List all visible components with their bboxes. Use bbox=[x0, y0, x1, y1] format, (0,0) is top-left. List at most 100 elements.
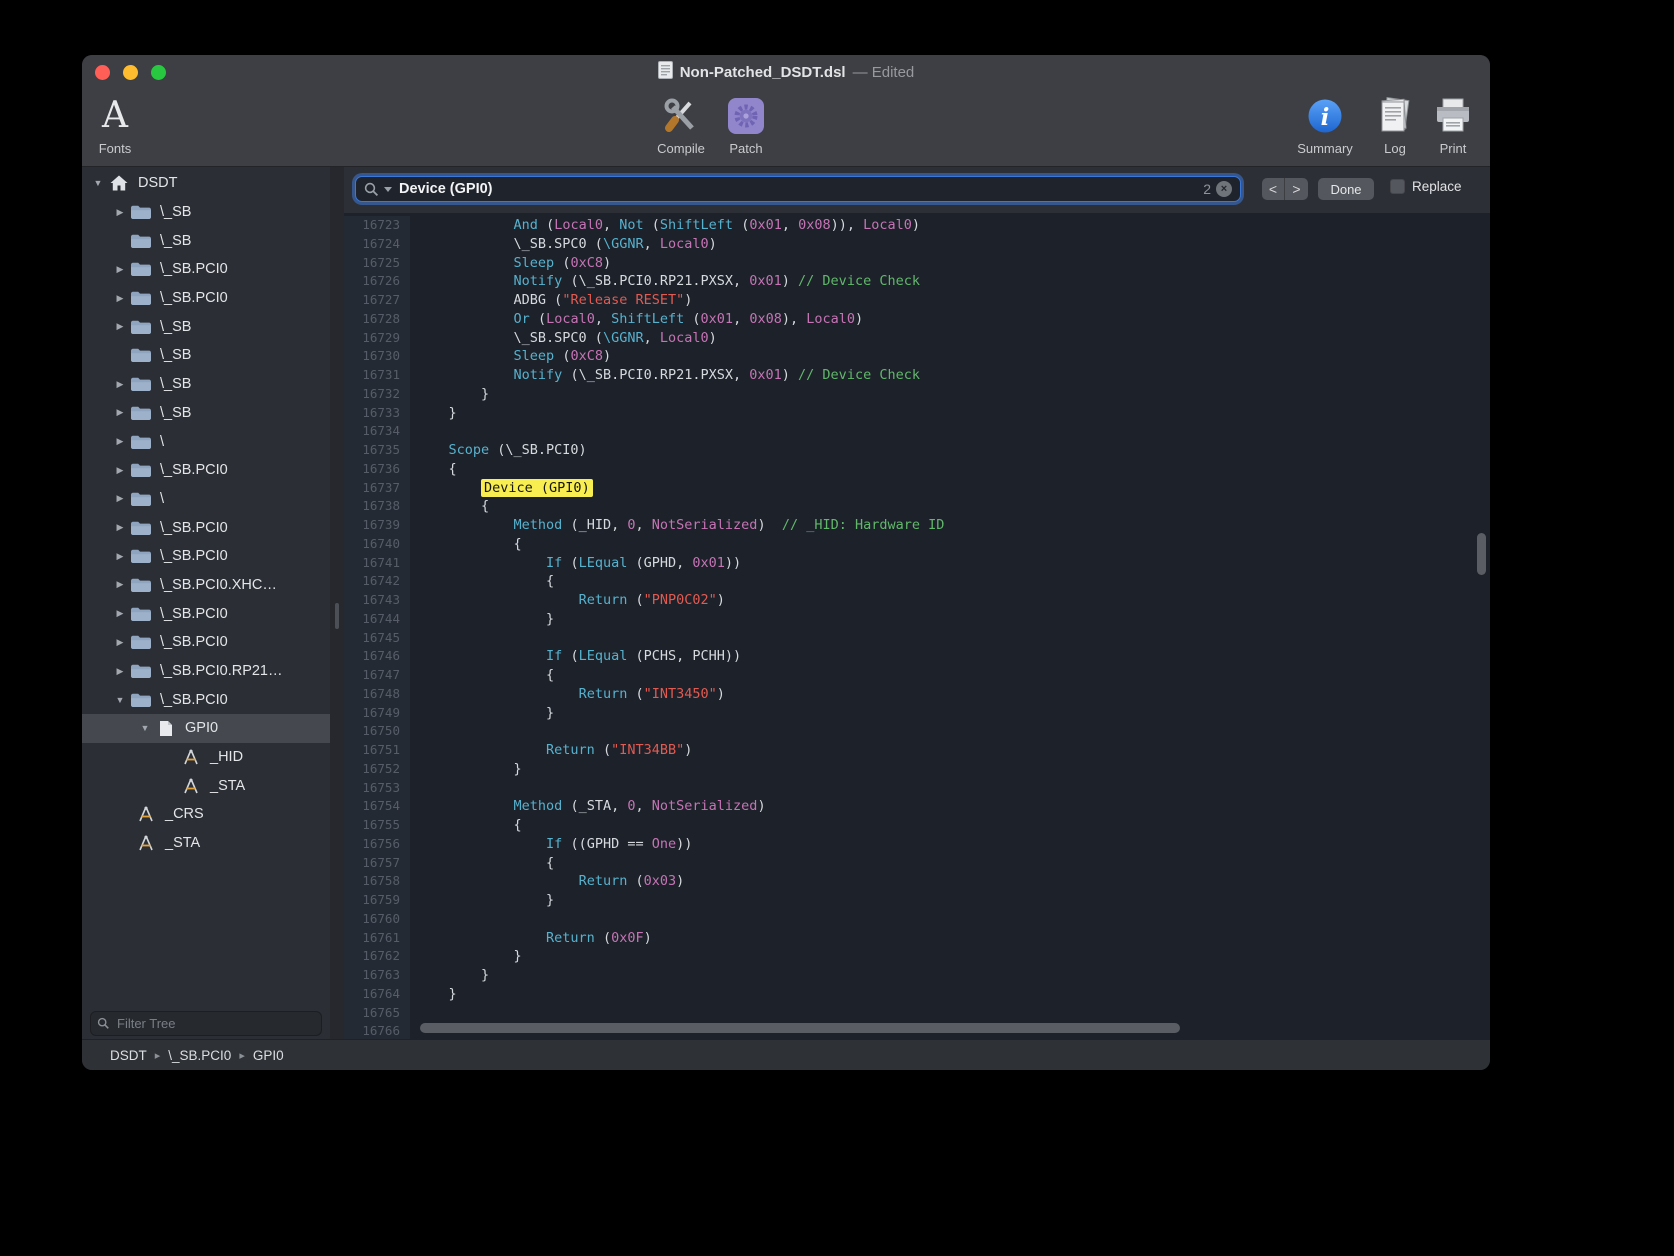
disclosure-right-icon[interactable]: ▶ bbox=[110, 608, 130, 619]
tree-item-hid[interactable]: _HID bbox=[82, 743, 330, 772]
tree-item-sbpci0[interactable]: ▶ \_SB.PCI0 bbox=[82, 599, 330, 628]
tree-item-sbpci0xhc[interactable]: ▶\_SB.PCI0.XHC… bbox=[82, 571, 330, 600]
disclosure-right-icon[interactable]: ▶ bbox=[110, 207, 130, 218]
vertical-scrollbar-thumb[interactable] bbox=[1477, 533, 1486, 575]
tree-item-sbpci0[interactable]: ▶\_SB.PCI0 bbox=[82, 513, 330, 542]
tree-item-sbpci0[interactable]: ▼\_SB.PCI0 bbox=[82, 685, 330, 714]
patch-button[interactable]: Patch bbox=[715, 92, 777, 156]
disclosure-right-icon[interactable]: ▶ bbox=[110, 465, 130, 476]
disclosure-down-icon[interactable]: ▼ bbox=[135, 723, 155, 733]
tree-item-sta[interactable]: _STA bbox=[82, 829, 330, 858]
disclosure-right-icon[interactable]: ▶ bbox=[110, 264, 130, 275]
tree-item-crs[interactable]: _CRS bbox=[82, 800, 330, 829]
split-handle[interactable] bbox=[335, 603, 339, 629]
tree-item-dsdt[interactable]: ▼DSDT bbox=[82, 169, 330, 198]
tree-item-label: \_SB.PCI0 bbox=[160, 462, 228, 478]
tree-item-gpi0[interactable]: ▼GPI0 bbox=[82, 714, 330, 743]
disclosure-right-icon[interactable]: ▶ bbox=[110, 407, 130, 418]
tree-item-sb[interactable]: ▶\_SB bbox=[82, 399, 330, 428]
disclosure-right-icon[interactable]: ▶ bbox=[110, 321, 130, 332]
tree-item-sb[interactable]: \_SB bbox=[82, 226, 330, 255]
find-next-button[interactable]: > bbox=[1285, 178, 1308, 200]
find-previous-button[interactable]: < bbox=[1262, 178, 1285, 200]
log-button[interactable]: Log bbox=[1368, 92, 1422, 156]
tree-item-sbpci0[interactable]: ▶ \_SB.PCI0 bbox=[82, 456, 330, 485]
close-button[interactable] bbox=[95, 65, 110, 80]
tree-item-sbpci0[interactable]: ▶ \_SB.PCI0 bbox=[82, 284, 330, 313]
tree-item-sb[interactable]: \_SB bbox=[82, 341, 330, 370]
disclosure-right-icon[interactable]: ▶ bbox=[110, 293, 130, 304]
tree-item-sta[interactable]: _STA bbox=[82, 771, 330, 800]
tree-item-sb[interactable]: ▶\_SB bbox=[82, 198, 330, 227]
method-icon bbox=[135, 806, 157, 822]
tree-item-sbpci0rp21[interactable]: ▶\_SB.PCI0.RP21… bbox=[82, 657, 330, 686]
fonts-button[interactable]: A Fonts bbox=[84, 92, 146, 156]
tree-item-sbpci0[interactable]: ▶\_SB.PCI0 bbox=[82, 255, 330, 284]
tree-item-sb[interactable]: ▶\_SB bbox=[82, 370, 330, 399]
summary-button[interactable]: i Summary bbox=[1288, 92, 1362, 156]
code-line: 16731 Notify (\_SB.PCI0.RP21.PXSX, 0x01)… bbox=[344, 366, 1490, 385]
tree-item-sbpci0[interactable]: ▶\_SB.PCI0 bbox=[82, 542, 330, 571]
disclosure-down-icon[interactable]: ▼ bbox=[110, 695, 130, 705]
code-editor[interactable]: 16723 And (Local0, Not (ShiftLeft (0x01,… bbox=[344, 213, 1490, 1040]
line-number: 16744 bbox=[344, 610, 410, 629]
disclosure-right-icon[interactable]: ▶ bbox=[110, 551, 130, 562]
code-text: } bbox=[410, 891, 554, 910]
code-line: 16727 ADBG ("Release RESET") bbox=[344, 291, 1490, 310]
breadcrumb-item[interactable]: DSDT bbox=[110, 1048, 147, 1063]
disclosure-right-icon[interactable]: ▶ bbox=[110, 493, 130, 504]
folder-icon bbox=[130, 548, 152, 564]
line-number: 16756 bbox=[344, 835, 410, 854]
breadcrumb-separator-icon: ▸ bbox=[239, 1049, 245, 1062]
disclosure-down-icon[interactable]: ▼ bbox=[88, 178, 108, 188]
search-input[interactable] bbox=[397, 180, 1198, 198]
breadcrumb-item[interactable]: \_SB.PCI0 bbox=[168, 1048, 231, 1063]
disclosure-right-icon[interactable]: ▶ bbox=[110, 579, 130, 590]
code-text: { bbox=[410, 535, 522, 554]
tree-item-[interactable]: ▶\ bbox=[82, 485, 330, 514]
tree-item-sbpci0[interactable]: ▶\_SB.PCI0 bbox=[82, 628, 330, 657]
code-line: 16758 Return (0x03) bbox=[344, 872, 1490, 891]
tree-item-[interactable]: ▶\ bbox=[82, 427, 330, 456]
disclosure-right-icon[interactable]: ▶ bbox=[110, 637, 130, 648]
code-text: { bbox=[410, 572, 554, 591]
replace-checkbox[interactable] bbox=[1390, 179, 1405, 194]
code-text: Device (GPI0) bbox=[410, 479, 593, 498]
code-line: 16726 Notify (\_SB.PCI0.RP21.PXSX, 0x01)… bbox=[344, 272, 1490, 291]
line-number: 16763 bbox=[344, 966, 410, 985]
tree-item-sb[interactable]: ▶\_SB bbox=[82, 312, 330, 341]
tree-item-label: \_SB.PCI0 bbox=[160, 606, 228, 622]
print-button[interactable]: Print bbox=[1422, 92, 1484, 156]
split-divider[interactable] bbox=[330, 167, 344, 1040]
log-label: Log bbox=[1384, 141, 1406, 156]
clear-search-icon[interactable]: × bbox=[1216, 181, 1232, 197]
code-text: Notify (\_SB.PCI0.RP21.PXSX, 0x01) // De… bbox=[410, 366, 920, 385]
minimize-button[interactable] bbox=[123, 65, 138, 80]
line-number: 16749 bbox=[344, 704, 410, 723]
line-number: 16745 bbox=[344, 629, 410, 648]
svg-text:i: i bbox=[1321, 104, 1330, 131]
filter-tree-input[interactable] bbox=[90, 1011, 322, 1036]
code-line: 16724 \_SB.SPC0 (\GGNR, Local0) bbox=[344, 235, 1490, 254]
code-line: 16750 bbox=[344, 722, 1490, 741]
code-text: And (Local0, Not (ShiftLeft (0x01, 0x08)… bbox=[410, 216, 920, 235]
zoom-button[interactable] bbox=[151, 65, 166, 80]
disclosure-right-icon[interactable]: ▶ bbox=[110, 379, 130, 390]
compile-button[interactable]: Compile bbox=[642, 92, 720, 156]
tree-item-label: \_SB.PCI0 bbox=[160, 290, 228, 306]
search-match-count: 2 bbox=[1203, 181, 1211, 197]
disclosure-right-icon[interactable]: ▶ bbox=[110, 522, 130, 533]
disclosure-right-icon[interactable]: ▶ bbox=[110, 666, 130, 677]
breadcrumb-item[interactable]: GPI0 bbox=[253, 1048, 284, 1063]
code-text: } bbox=[410, 385, 489, 404]
code-line: 16738 { bbox=[344, 497, 1490, 516]
horizontal-scrollbar-thumb[interactable] bbox=[420, 1023, 1180, 1033]
code-line: 16761 Return (0x0F) bbox=[344, 929, 1490, 948]
line-number: 16757 bbox=[344, 854, 410, 873]
code-text bbox=[410, 422, 416, 441]
disclosure-right-icon[interactable]: ▶ bbox=[110, 436, 130, 447]
done-button[interactable]: Done bbox=[1318, 178, 1374, 200]
folder-icon bbox=[130, 606, 152, 622]
search-options-chevron-icon[interactable] bbox=[384, 187, 392, 192]
line-number: 16761 bbox=[344, 929, 410, 948]
